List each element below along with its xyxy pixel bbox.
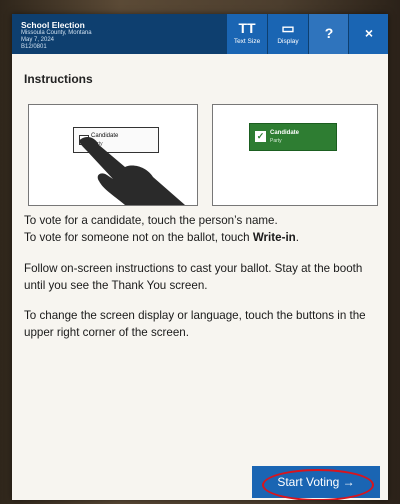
help-icon: ?	[324, 25, 334, 41]
write-in-text-suffix: .	[295, 231, 299, 244]
instructions-heading: Instructions	[24, 72, 93, 86]
header-bar: School Election Missoula County, Montana…	[12, 14, 388, 54]
instruction-cast-ballot: Follow on-screen instructions to cast yo…	[24, 262, 363, 292]
election-title: School Election	[21, 20, 85, 30]
close-button[interactable]: ×	[348, 14, 388, 54]
illustration-touch: Candidate Party	[28, 104, 198, 206]
election-county: Missoula County, Montana	[21, 30, 92, 36]
instruction-vote-candidate: To vote for a candidate, touch the perso…	[24, 214, 278, 227]
help-button[interactable]: ?	[308, 14, 349, 54]
sample-candidate-selected: ✓ Candidate Party	[249, 123, 337, 151]
display-button[interactable]: ▭ Display	[267, 14, 308, 54]
write-in-bold: Write-in	[252, 231, 296, 244]
close-icon: ×	[364, 25, 374, 41]
illustration-selected: ✓ Candidate Party	[212, 104, 378, 206]
instruction-change-display: To change the screen display or language…	[24, 309, 366, 339]
write-in-text-prefix: To vote for someone not on the ballot, t…	[24, 231, 253, 244]
text-size-icon: TT	[238, 20, 256, 36]
instruction-write-in: To vote for someone not on the ballot, t…	[24, 229, 378, 246]
display-icon: ▭	[281, 20, 295, 36]
election-code: B12/0801	[21, 44, 47, 50]
display-label: Display	[277, 38, 299, 45]
voting-screen: School Election Missoula County, Montana…	[12, 14, 388, 500]
election-date: May 7, 2024	[21, 37, 55, 43]
text-size-label: Text Size	[233, 38, 261, 45]
selected-candidate-name: Candidate	[270, 130, 300, 136]
selected-candidate-party: Party	[270, 138, 282, 144]
checkmark-icon: ✓	[255, 131, 266, 142]
text-size-button[interactable]: TT Text Size	[226, 14, 267, 54]
start-voting-button[interactable]: Start Voting →	[252, 466, 380, 498]
hand-pointer-icon	[79, 137, 185, 205]
